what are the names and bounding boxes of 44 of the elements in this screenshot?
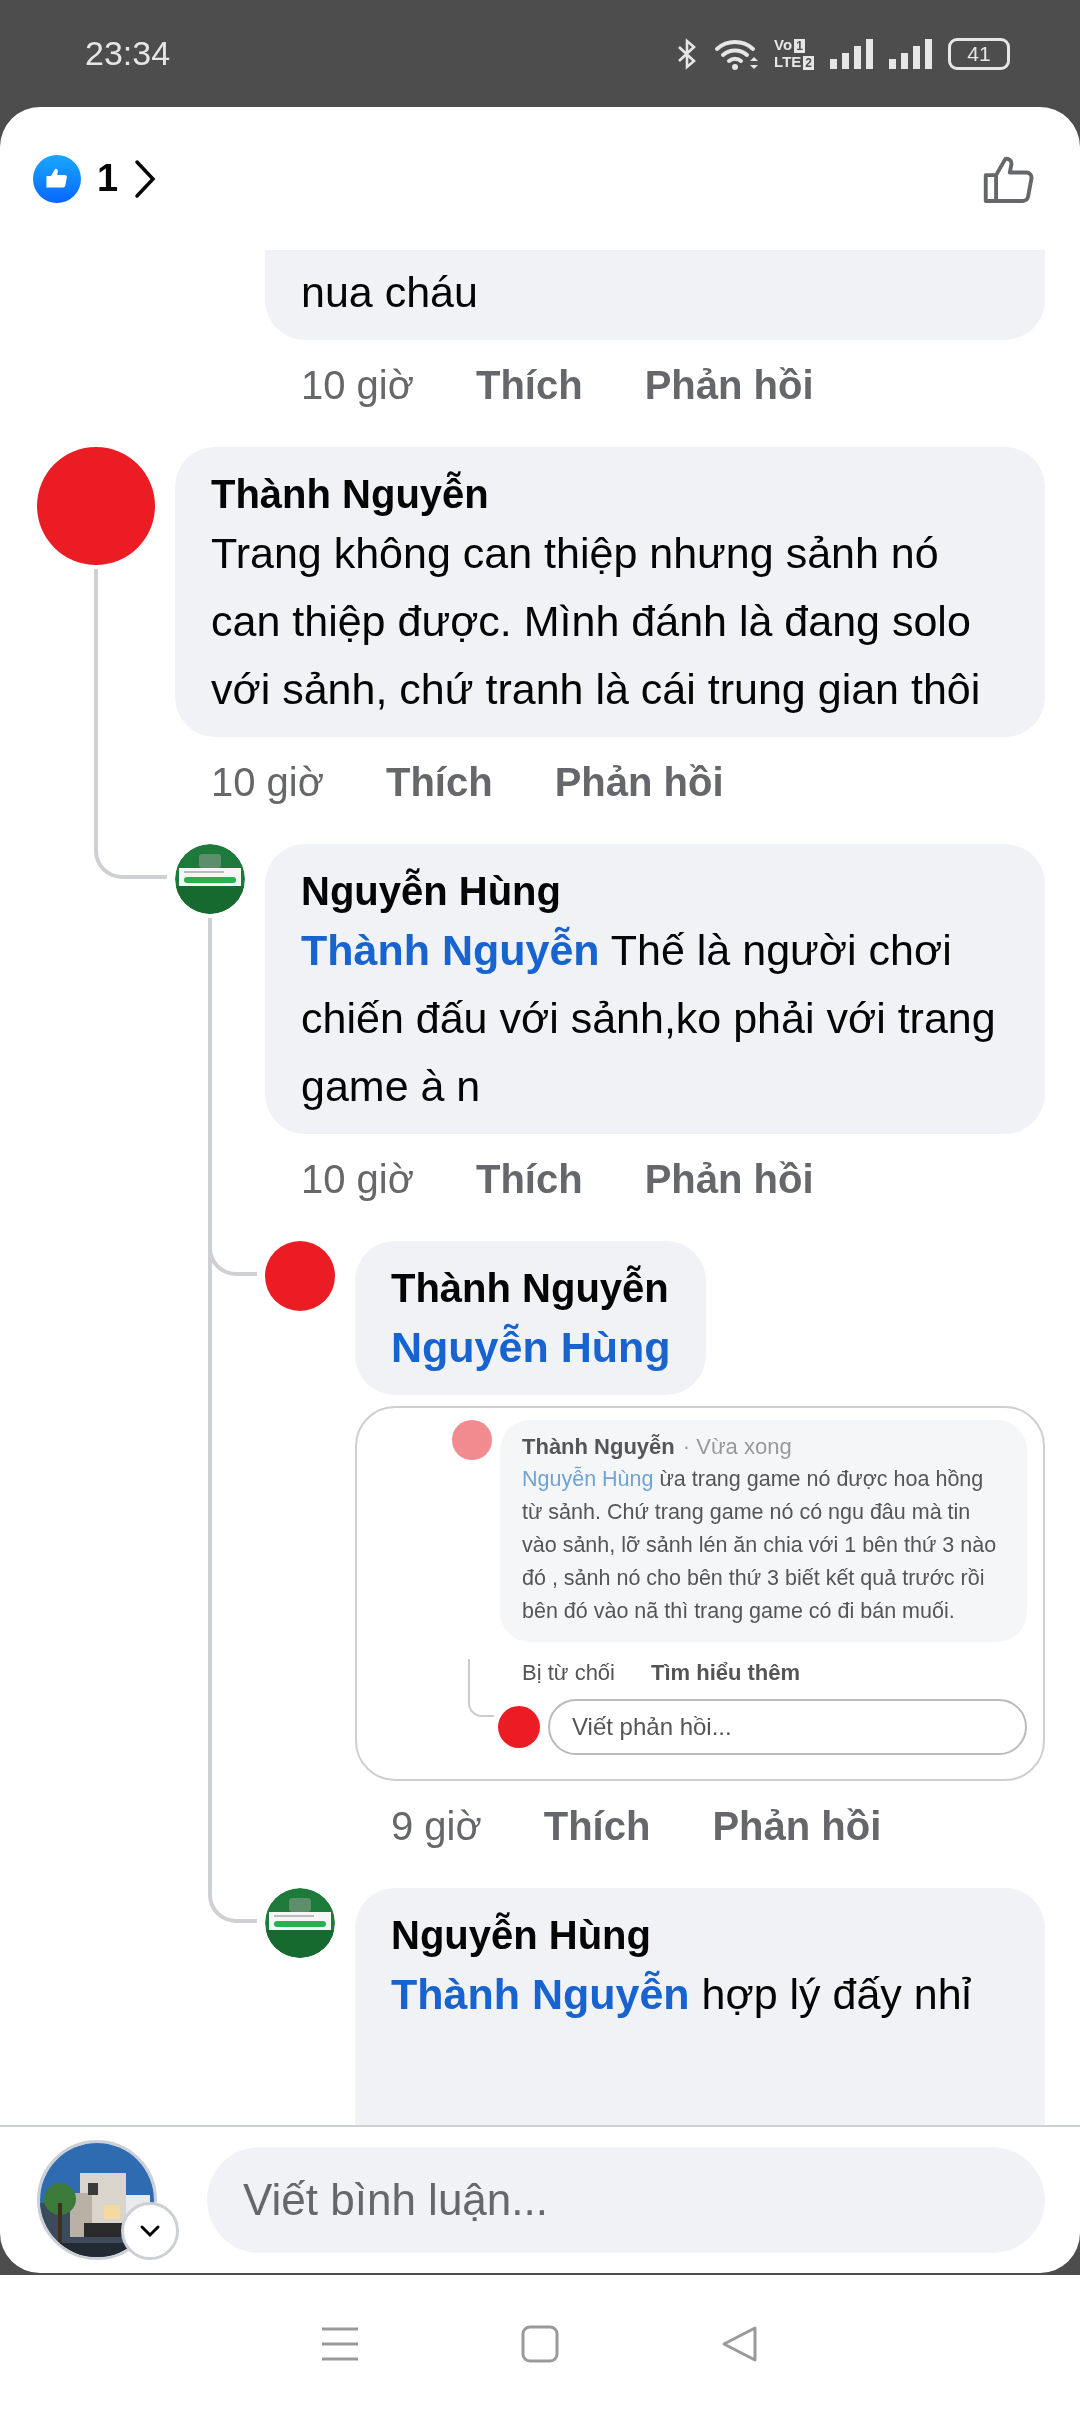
menu-icon[interactable] xyxy=(321,2325,359,2362)
comment-time: · Vừa xong xyxy=(682,1433,792,1461)
reply-field[interactable]: Viết phản hồi... xyxy=(548,1699,1027,1755)
comment-text: nua cháu xyxy=(301,267,479,318)
reply-button[interactable]: Phản hồi xyxy=(644,360,814,410)
status-text: Bị từ chối xyxy=(522,1659,615,1687)
back-icon[interactable] xyxy=(721,2324,759,2363)
signal-icon xyxy=(830,38,873,69)
author-name: Thành Nguyễn xyxy=(211,470,490,518)
comment-time: 10 giờ xyxy=(211,759,324,806)
author-name: Nguyễn Hùng xyxy=(301,867,562,915)
reply-button[interactable]: Phản hồi xyxy=(554,757,724,807)
battery-indicator: 41 xyxy=(948,37,1010,70)
chevron-down-icon xyxy=(139,2224,161,2238)
reply-button[interactable]: Phản hồi xyxy=(712,1801,882,1851)
learn-more-button[interactable]: Tìm hiểu thêm xyxy=(651,1656,801,1689)
home-icon[interactable] xyxy=(521,2324,559,2363)
signal-icon xyxy=(889,38,932,69)
avatar-switch-button[interactable] xyxy=(121,2202,179,2260)
mention-link[interactable]: Thành Nguyễn xyxy=(391,1970,690,2018)
author-name: Thành Nguyễn xyxy=(522,1433,675,1461)
thread-line xyxy=(468,1659,494,1717)
chevron-right-icon[interactable] xyxy=(134,158,157,199)
comment-time: 10 giờ xyxy=(301,362,414,409)
clock-time: 23:34 xyxy=(85,33,171,74)
author-name: Nguyễn Hùng xyxy=(391,1911,652,1959)
comment-text: Thành Nguyễn Thế là người chơi chiến đấu với sảnh,ko phải với trang game à n xyxy=(301,925,997,1112)
reaction-count: 1 xyxy=(97,156,119,201)
like-button[interactable]: Thích xyxy=(385,757,493,807)
like-button[interactable]: Thích xyxy=(475,1154,583,1204)
mention-link[interactable]: Thành Nguyễn xyxy=(301,926,600,974)
comment-text: Nguyễn Hùng ừa trang game nó được hoa hồng từ sảnh. Chứ trang game nó có ngu đâu mà tin vào sảnh, lỡ sảnh lén ăn chia với 1 bên thứ 3 nào đó , sảnh nó cho bên thứ 3 biết kết quả trước rồi bên đó vào nã thì trang game có đi bán muối. xyxy=(522,1465,998,1625)
comment-time: 10 giờ xyxy=(301,1156,414,1203)
like-reaction-icon xyxy=(33,154,81,203)
comment-text: Thành Nguyễn hợp lý đấy nhỉ xyxy=(391,1969,973,2020)
comment-field[interactable]: Viết bình luận... xyxy=(207,2147,1045,2253)
mention-link[interactable]: Nguyễn Hùng xyxy=(391,1313,671,1381)
network-type-label: Vo 1 LTE 2 xyxy=(774,36,814,71)
author-name: Thành Nguyễn xyxy=(391,1264,670,1312)
comment-text: Trang không can thiệp nhưng sảnh nó can thiệp được. Mình đánh là đang solo với sảnh, chứ tranh là cái trung gian thôi xyxy=(211,528,982,715)
comment-time: 9 giờ xyxy=(391,1803,482,1850)
reply-button[interactable]: Phản hồi xyxy=(644,1154,814,1204)
like-button[interactable]: Thích xyxy=(475,360,583,410)
like-button[interactable]: Thích xyxy=(543,1801,651,1851)
